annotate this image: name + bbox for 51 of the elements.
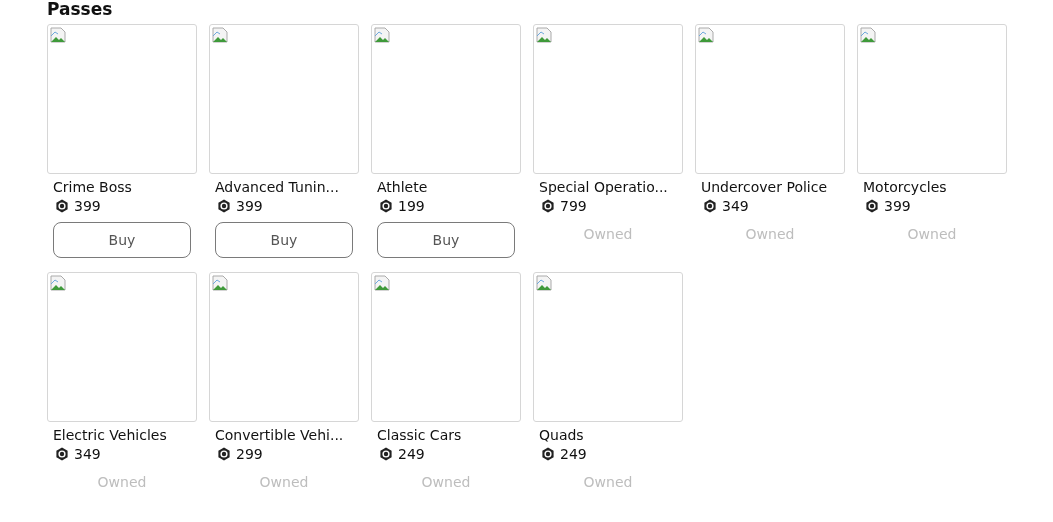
currency-icon	[379, 447, 393, 461]
broken-image-icon	[374, 275, 390, 291]
broken-image-icon	[212, 27, 228, 43]
currency-icon	[55, 447, 69, 461]
owned-label: Owned	[53, 468, 191, 496]
buy-button[interactable]: Buy	[377, 222, 515, 258]
pass-name: Classic Cars	[377, 426, 463, 444]
pass-name: Special Operatio...	[539, 178, 669, 196]
owned-label: Owned	[215, 468, 353, 496]
broken-image-icon	[698, 27, 714, 43]
price: 349	[722, 197, 749, 216]
currency-icon	[217, 199, 231, 213]
currency-icon	[379, 199, 393, 213]
broken-image-icon	[860, 27, 876, 43]
price: 399	[74, 197, 101, 216]
pass-name: Advanced Tunin...	[215, 178, 340, 196]
pass-name: Crime Boss	[53, 178, 133, 196]
buy-button[interactable]: Buy	[215, 222, 353, 258]
broken-image-icon	[536, 275, 552, 291]
owned-label: Owned	[377, 468, 515, 496]
pass-name: Athlete	[377, 178, 429, 196]
currency-icon	[703, 199, 717, 213]
price: 299	[236, 445, 263, 464]
section-title: Passes	[47, 0, 114, 18]
broken-image-icon	[374, 27, 390, 43]
broken-image-icon	[50, 275, 66, 291]
price: 349	[74, 445, 101, 464]
price: 399	[236, 197, 263, 216]
owned-label: Owned	[863, 220, 1001, 248]
currency-icon	[541, 199, 555, 213]
currency-icon	[541, 447, 555, 461]
pass-name: Quads	[539, 426, 585, 444]
currency-icon	[55, 199, 69, 213]
pass-name: Convertible Vehi...	[215, 426, 345, 444]
price: 249	[398, 445, 425, 464]
pass-name: Electric Vehicles	[53, 426, 168, 444]
broken-image-icon	[536, 27, 552, 43]
owned-label: Owned	[701, 220, 839, 248]
buy-button[interactable]: Buy	[53, 222, 191, 258]
pass-name: Motorcycles	[863, 178, 948, 196]
currency-icon	[217, 447, 231, 461]
price: 399	[884, 197, 911, 216]
owned-label: Owned	[539, 468, 677, 496]
broken-image-icon	[50, 27, 66, 43]
price: 249	[560, 445, 587, 464]
price: 199	[398, 197, 425, 216]
currency-icon	[865, 199, 879, 213]
pass-name: Undercover Police	[701, 178, 829, 196]
price: 799	[560, 197, 587, 216]
broken-image-icon	[212, 275, 228, 291]
owned-label: Owned	[539, 220, 677, 248]
